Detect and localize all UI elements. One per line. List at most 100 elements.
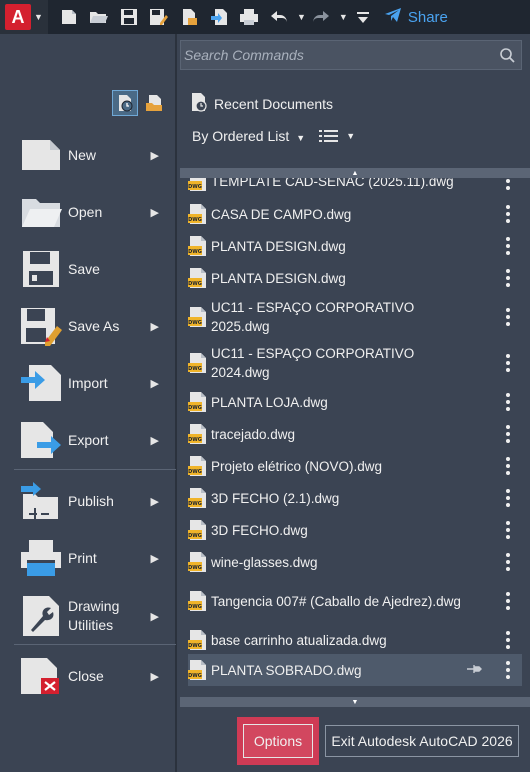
more-options-icon[interactable] — [504, 393, 512, 411]
document-name: Tangencia 007# (Caballo de Ajedrez).dwg — [211, 593, 461, 609]
scroll-up-button[interactable]: ▲ — [180, 168, 530, 178]
arrow-up-icon: ▲ — [351, 169, 359, 177]
recent-document-item[interactable]: DWG Tangencia 007# (Caballo de Ajedrez).d… — [188, 580, 522, 622]
customize-icon[interactable] — [348, 0, 378, 34]
menu-item-export[interactable]: Export ▶ — [0, 412, 175, 468]
more-options-icon[interactable] — [504, 553, 512, 571]
save-to-web-icon[interactable] — [204, 0, 234, 34]
new-icon — [18, 132, 64, 178]
undo-icon[interactable] — [264, 0, 294, 34]
svg-text:DWG: DWG — [188, 217, 202, 223]
plot-icon[interactable] — [234, 0, 264, 34]
search-input[interactable] — [181, 47, 493, 63]
open-documents-toggle-icon[interactable] — [142, 90, 168, 116]
chevron-right-icon: ▶ — [150, 320, 159, 333]
undo-dropdown-icon[interactable]: ▼ — [297, 12, 306, 22]
search-commands-field[interactable] — [180, 40, 522, 70]
more-options-icon[interactable] — [504, 425, 512, 443]
menu-item-label: Drawing Utilities — [68, 598, 120, 633]
recent-document-item[interactable]: DWG tracejado.dwg — [188, 420, 522, 448]
menu-item-open[interactable]: Open ▶ — [0, 184, 175, 240]
menu-item-save[interactable]: Save — [0, 241, 175, 297]
document-name: Projeto elétrico (NOVO).dwg — [211, 458, 383, 474]
list-view-dropdown[interactable]: ▼ — [319, 129, 355, 143]
menu-item-print[interactable]: Print ▶ — [0, 530, 175, 586]
document-name: UC11 - ESPAÇO CORPORATIVO 2024.dwg — [211, 346, 415, 380]
more-options-icon[interactable] — [504, 205, 512, 223]
chevron-down-icon: ▼ — [346, 131, 356, 141]
recent-documents-icon — [190, 92, 208, 115]
drawing-utilities-icon — [18, 593, 64, 639]
scroll-down-button[interactable]: ▼ — [180, 697, 530, 707]
more-options-icon[interactable] — [504, 237, 512, 255]
recent-document-item[interactable]: DWG TEMPLATE CAD-SENAC (2025.11).dwg — [188, 178, 522, 192]
more-options-icon[interactable] — [504, 308, 512, 326]
document-name: 3D FECHO.dwg — [211, 522, 308, 538]
svg-text:DWG: DWG — [188, 249, 202, 255]
search-icon[interactable] — [493, 47, 521, 63]
svg-text:DWG: DWG — [188, 533, 202, 539]
dwg-file-icon: DWG — [188, 391, 208, 413]
menu-divider — [14, 644, 176, 645]
document-name: CASA DE CAMPO.dwg — [211, 206, 352, 222]
more-options-icon[interactable] — [504, 631, 512, 649]
svg-text:DWG: DWG — [188, 565, 202, 571]
more-options-icon[interactable] — [504, 354, 512, 372]
open-icon[interactable] — [84, 0, 114, 34]
menu-item-save-as[interactable]: Save As ▶ — [0, 298, 175, 354]
menu-item-close[interactable]: Close ▶ — [0, 648, 175, 704]
menu-item-publish[interactable]: Publish ▶ — [0, 473, 175, 529]
recent-document-item[interactable]: DWG Projeto elétrico (NOVO).dwg — [188, 452, 522, 480]
menu-divider — [14, 469, 176, 470]
dwg-file-icon: DWG — [188, 487, 208, 509]
open-from-web-icon[interactable] — [174, 0, 204, 34]
sort-dropdown[interactable]: By Ordered List ▼ — [192, 128, 305, 144]
more-options-icon[interactable] — [504, 661, 512, 679]
menu-item-new[interactable]: New ▶ — [0, 127, 175, 183]
recent-document-item[interactable]: DWG wine-glasses.dwg — [188, 548, 522, 576]
more-options-icon[interactable] — [504, 178, 512, 190]
redo-icon[interactable] — [306, 0, 336, 34]
pin-icon[interactable] — [466, 663, 482, 678]
menu-item-label: Close — [68, 667, 104, 684]
dwg-file-icon: DWG — [188, 519, 208, 541]
application-menu-button[interactable]: A ▼ — [0, 0, 48, 34]
recent-document-item[interactable]: DWG base carrinho atualizada.dwg — [188, 626, 522, 654]
export-icon — [18, 417, 64, 463]
share-button[interactable]: Share — [384, 7, 448, 28]
new-icon[interactable] — [54, 0, 84, 34]
menu-item-label: Publish — [68, 492, 114, 509]
document-name: wine-glasses.dwg — [211, 554, 318, 570]
menu-item-import[interactable]: Import ▶ — [0, 355, 175, 411]
more-options-icon[interactable] — [504, 489, 512, 507]
save-icon[interactable] — [114, 0, 144, 34]
svg-text:DWG: DWG — [188, 469, 202, 475]
menu-item-label: Print — [68, 549, 97, 566]
save-as-icon[interactable] — [144, 0, 174, 34]
recent-document-item[interactable]: DWG PLANTA DESIGN.dwg — [188, 232, 522, 260]
svg-text:DWG: DWG — [188, 604, 202, 610]
more-options-icon[interactable] — [504, 269, 512, 287]
exit-autocad-button[interactable]: Exit Autodesk AutoCAD 2026 — [325, 725, 519, 757]
svg-text:DWG: DWG — [188, 184, 202, 190]
recent-documents-toggle-icon[interactable] — [112, 90, 138, 116]
svg-text:DWG: DWG — [188, 320, 202, 326]
more-options-icon[interactable] — [504, 457, 512, 475]
recent-document-item[interactable]: DWG CASA DE CAMPO.dwg — [188, 200, 522, 228]
more-options-icon[interactable] — [504, 592, 512, 610]
recent-document-item[interactable]: DWG PLANTA DESIGN.dwg — [188, 264, 522, 292]
menu-item-drawing-utilities[interactable]: Drawing Utilities ▶ — [0, 588, 175, 644]
redo-dropdown-icon[interactable]: ▼ — [339, 12, 348, 22]
recent-document-item[interactable]: DWG UC11 - ESPAÇO CORPORATIVO 2024.dwg — [188, 342, 522, 384]
chevron-right-icon: ▶ — [150, 552, 159, 565]
recent-document-item[interactable]: DWG PLANTA LOJA.dwg — [188, 388, 522, 416]
chevron-right-icon: ▶ — [150, 149, 159, 162]
more-options-icon[interactable] — [504, 521, 512, 539]
options-button[interactable]: Options — [237, 717, 319, 765]
dwg-file-icon: DWG — [188, 178, 208, 192]
recent-document-item[interactable]: DWG UC11 - ESPAÇO CORPORATIVO 2025.dwg — [188, 296, 522, 338]
recent-document-item[interactable]: DWG 3D FECHO (2.1).dwg — [188, 484, 522, 512]
recent-document-item[interactable]: DWG PLANTA SOBRADO.dwg — [188, 654, 522, 686]
recent-document-item[interactable]: DWG 3D FECHO.dwg — [188, 516, 522, 544]
dwg-file-icon: DWG — [188, 590, 208, 612]
